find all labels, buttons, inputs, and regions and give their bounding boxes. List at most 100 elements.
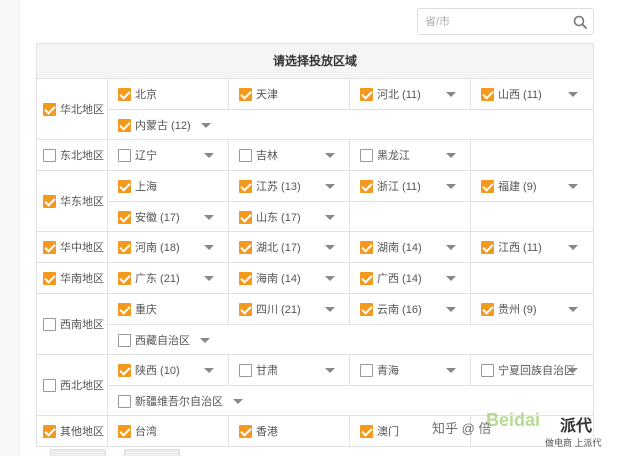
checked-checkbox-icon[interactable] [481,302,494,316]
province-item[interactable]: 重庆 [108,294,229,324]
province-item[interactable]: 内蒙古 (12) [108,110,350,140]
dropdown-caret-icon[interactable] [325,215,335,220]
dropdown-caret-icon[interactable] [204,215,214,220]
dropdown-caret-icon[interactable] [325,184,335,189]
checked-checkbox-icon[interactable] [118,271,131,285]
region-checkbox-item[interactable]: 西北地区 [37,355,108,415]
checked-checkbox-icon[interactable] [239,240,252,254]
checked-checkbox-icon[interactable] [239,302,252,316]
checked-checkbox-icon[interactable] [360,302,373,316]
checked-checkbox-icon[interactable] [360,271,373,285]
region-checkbox-item[interactable]: 华东地区 [37,171,108,231]
checked-checkbox-icon[interactable] [118,363,131,377]
unchecked-checkbox-icon[interactable] [360,363,373,377]
checked-checkbox-icon[interactable] [360,240,373,254]
dropdown-caret-icon[interactable] [446,184,456,189]
checked-checkbox-icon[interactable] [239,87,252,101]
dropdown-caret-icon[interactable] [446,307,456,312]
province-item[interactable]: 海南 (14) [229,263,350,293]
province-item[interactable]: 云南 (16) [350,294,471,324]
province-item[interactable]: 四川 (21) [229,294,350,324]
province-item[interactable]: 福建 (9) [471,171,592,201]
dropdown-caret-icon[interactable] [200,337,210,343]
dropdown-caret-icon[interactable] [204,368,214,373]
dropdown-caret-icon[interactable] [325,276,335,281]
dropdown-caret-icon[interactable] [325,307,335,312]
region-checkbox-item[interactable]: 华北地区 [37,79,108,139]
unchecked-checkbox-icon[interactable] [239,363,252,377]
province-item[interactable]: 广东 (21) [108,263,229,293]
region-checkbox-item[interactable]: 华中地区 [37,232,108,262]
province-item[interactable]: 北京 [108,79,229,109]
province-item[interactable]: 江苏 (13) [229,171,350,201]
province-item[interactable]: 吉林 [229,140,350,170]
province-item[interactable]: 安徽 (17) [108,202,229,232]
checked-checkbox-icon[interactable] [118,424,131,438]
unchecked-checkbox-icon[interactable] [43,148,56,162]
dropdown-caret-icon[interactable] [446,92,456,97]
checked-checkbox-icon[interactable] [43,102,56,116]
province-item[interactable]: 西藏自治区 [108,325,350,355]
checked-checkbox-icon[interactable] [481,240,494,254]
checked-checkbox-icon[interactable] [43,194,56,208]
dropdown-caret-icon[interactable] [568,245,578,250]
province-search-input[interactable] [425,13,575,31]
dropdown-caret-icon[interactable] [233,398,243,404]
region-checkbox-item[interactable]: 华南地区 [37,263,108,293]
province-item[interactable]: 山东 (17) [229,202,350,232]
dropdown-caret-icon[interactable] [568,184,578,189]
unchecked-checkbox-icon[interactable] [118,148,131,162]
unchecked-checkbox-icon[interactable] [118,333,131,347]
province-item[interactable]: 天津 [229,79,350,109]
province-item[interactable]: 上海 [108,171,229,201]
province-item[interactable]: 广西 (14) [350,263,471,293]
dropdown-caret-icon[interactable] [325,368,335,373]
province-item[interactable]: 贵州 (9) [471,294,592,324]
province-item[interactable]: 浙江 (11) [350,171,471,201]
checked-checkbox-icon[interactable] [118,87,131,101]
checked-checkbox-icon[interactable] [43,240,56,254]
province-search-box[interactable] [417,8,594,35]
province-item[interactable]: 山西 (11) [471,79,592,109]
checked-checkbox-icon[interactable] [239,210,252,224]
search-icon[interactable] [572,14,588,30]
region-checkbox-item[interactable]: 西南地区 [37,294,108,354]
province-item[interactable]: 甘肃 [229,355,350,385]
dropdown-caret-icon[interactable] [446,245,456,250]
region-checkbox-item[interactable]: 东北地区 [37,140,108,170]
checked-checkbox-icon[interactable] [239,271,252,285]
province-item[interactable]: 青海 [350,355,471,385]
checked-checkbox-icon[interactable] [43,271,56,285]
province-item[interactable]: 江西 (11) [471,232,592,262]
dropdown-caret-icon[interactable] [204,245,214,250]
dropdown-caret-icon[interactable] [204,276,214,281]
checked-checkbox-icon[interactable] [239,179,252,193]
region-checkbox-item[interactable]: 其他地区 [37,416,108,446]
footer-button-1[interactable] [50,449,106,456]
province-item[interactable]: 新疆维吾尔自治区 [108,386,350,416]
checked-checkbox-icon[interactable] [118,118,131,132]
province-item[interactable]: 黑龙江 [350,140,471,170]
checked-checkbox-icon[interactable] [118,240,131,254]
checked-checkbox-icon[interactable] [43,424,56,438]
province-item[interactable]: 辽宁 [108,140,229,170]
dropdown-caret-icon[interactable] [568,92,578,97]
province-item[interactable]: 陕西 (10) [108,355,229,385]
unchecked-checkbox-icon[interactable] [360,148,373,162]
checked-checkbox-icon[interactable] [118,179,131,193]
dropdown-caret-icon[interactable] [568,368,578,373]
checked-checkbox-icon[interactable] [360,424,373,438]
unchecked-checkbox-icon[interactable] [118,394,131,408]
dropdown-caret-icon[interactable] [204,153,214,158]
checked-checkbox-icon[interactable] [118,210,131,224]
checked-checkbox-icon[interactable] [360,87,373,101]
province-item[interactable]: 香港 [229,416,350,446]
unchecked-checkbox-icon[interactable] [481,363,494,377]
dropdown-caret-icon[interactable] [446,368,456,373]
province-item[interactable]: 台湾 [108,416,229,446]
checked-checkbox-icon[interactable] [239,424,252,438]
checked-checkbox-icon[interactable] [481,87,494,101]
footer-button-2[interactable] [124,449,180,456]
unchecked-checkbox-icon[interactable] [239,148,252,162]
province-item[interactable]: 河南 (18) [108,232,229,262]
